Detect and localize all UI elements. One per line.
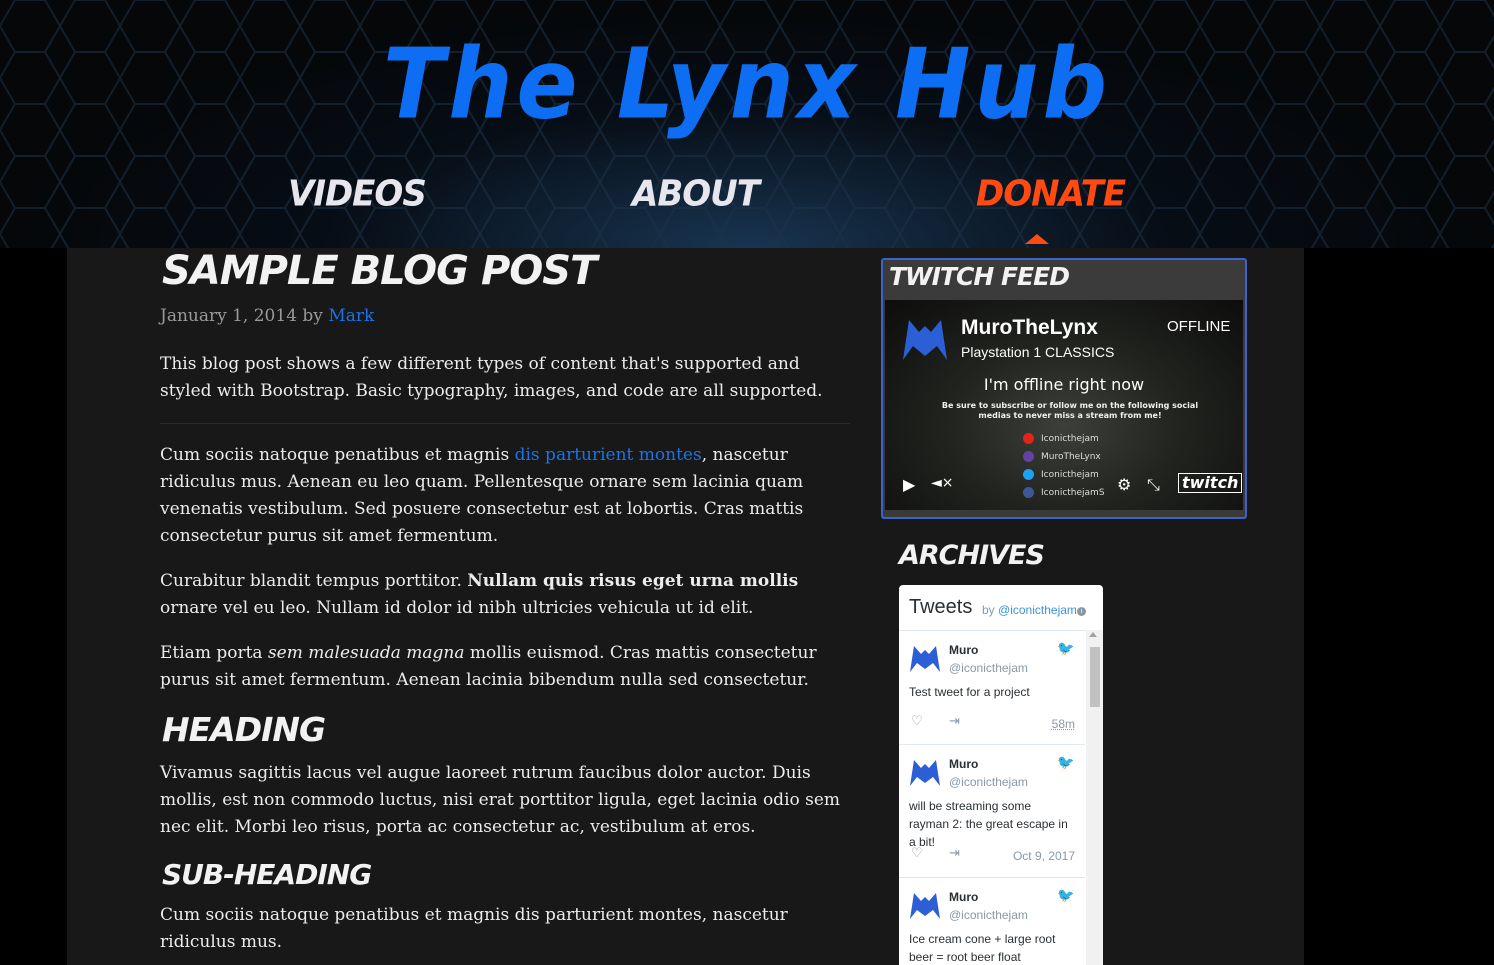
twitch-feed-title: Twitch Feed — [889, 262, 1070, 291]
avatar — [910, 760, 940, 786]
tweet-text: Test tweet for a project — [909, 685, 1030, 699]
tweet-text: Ice cream cone + large root beer = root … — [909, 932, 1056, 964]
share-icon[interactable]: ⇥ — [949, 845, 960, 861]
scrollbar-thumb[interactable] — [1090, 647, 1100, 707]
channel-status: OFFLINE — [1167, 318, 1231, 335]
timeline-title: Tweets — [909, 596, 973, 618]
post-paragraph: Cum sociis natoque penatibus et magnis d… — [160, 442, 850, 550]
site-title[interactable]: The Lynx Hub — [0, 26, 1494, 145]
social-facebook[interactable]: IconicthejamS — [1023, 487, 1105, 498]
twitter-bird-icon[interactable]: 🐦 — [1057, 640, 1074, 657]
nav-about[interactable]: About — [632, 173, 760, 215]
tweet-time[interactable]: Oct 9, 2017 — [1013, 849, 1075, 863]
tweet[interactable]: Muro @iconicthejam 🐦 Test tweet for a pr… — [899, 631, 1085, 745]
nav-donate[interactable]: Donate — [976, 173, 1126, 215]
offline-title: I'm offline right now — [983, 375, 1145, 394]
social-twitter[interactable]: Iconicthejam — [1023, 469, 1099, 480]
social-youtube[interactable]: Iconicthejam — [1023, 433, 1099, 444]
info-icon[interactable]: i — [1076, 607, 1086, 616]
post-intro: This blog post shows a few different typ… — [160, 354, 823, 401]
timeline-by: by @iconicthejam i — [982, 603, 1086, 617]
social-label: IconicthejamS — [1041, 488, 1105, 498]
inline-link[interactable]: dis parturient montes — [515, 445, 702, 465]
social-label: MuroTheLynx — [1041, 452, 1101, 462]
tweet[interactable]: Muro @iconicthejam 🐦 Ice cream cone + la… — [899, 878, 1085, 965]
tweet-author[interactable]: Muro — [949, 643, 978, 657]
facebook-icon — [1023, 487, 1034, 498]
by-text: by — [982, 603, 995, 617]
section-heading: Heading — [162, 710, 326, 749]
text: Curabitur blandit tempus porttitor. — [160, 571, 468, 591]
play-icon[interactable]: ▶ — [903, 475, 915, 494]
section-subheading: Sub-heading — [162, 858, 372, 891]
bold-text: Nullam quis risus eget urna mollis — [467, 571, 799, 591]
timeline-header: Tweets by @iconicthejam i — [899, 585, 1103, 631]
share-icon[interactable]: ⇥ — [949, 713, 960, 729]
twitter-bird-icon[interactable]: 🐦 — [1057, 887, 1074, 904]
mute-icon[interactable]: ◄× — [931, 475, 954, 491]
tweet-author[interactable]: Muro — [949, 757, 978, 771]
twitter-bird-icon[interactable]: 🐦 — [1057, 754, 1074, 771]
post-meta: January 1, 2014 by Mark — [160, 306, 374, 326]
post-author-link[interactable]: Mark — [328, 306, 374, 326]
twitch-logo[interactable]: twitch — [1178, 473, 1243, 493]
post-date: January 1, 2014 — [160, 306, 298, 326]
tweet-handle[interactable]: @iconicthejam — [949, 775, 1028, 789]
site-header: The Lynx Hub Videos About Donate — [0, 0, 1494, 248]
fullscreen-icon[interactable]: ⤡ — [1147, 475, 1160, 495]
active-nav-indicator — [1025, 234, 1049, 244]
text: Cum sociis natoque penatibus et magnis — [160, 445, 515, 465]
post-title: Sample blog post — [162, 248, 597, 294]
like-icon[interactable]: ♡ — [911, 845, 923, 861]
channel-game: Playstation 1 CLASSICS — [961, 344, 1115, 360]
twitter-timeline: Tweets by @iconicthejam i Muro @iconicthe… — [899, 585, 1103, 965]
social-label: Iconicthejam — [1041, 434, 1099, 444]
text: ornare vel eu leo. Nullam id dolor id ni… — [160, 598, 754, 618]
timeline-handle-link[interactable]: @iconicthejam — [998, 603, 1077, 617]
heading-paragraph: Vivamus sagittis lacus vel augue laoreet… — [160, 763, 841, 837]
twitch-feed-header: Twitch Feed — [883, 260, 1245, 300]
gear-icon[interactable]: ⚙ — [1117, 475, 1131, 494]
archives-heading: Archives — [899, 540, 1045, 571]
social-label: Iconicthejam — [1041, 470, 1099, 480]
subheading-paragraph: Cum sociis natoque penatibus et magnis d… — [160, 905, 788, 952]
tweet-handle[interactable]: @iconicthejam — [949, 908, 1028, 922]
youtube-icon — [1023, 433, 1034, 444]
tweet[interactable]: Muro @iconicthejam 🐦 will be streaming s… — [899, 745, 1085, 878]
tweet-time[interactable]: 58m — [1052, 717, 1075, 731]
text: Etiam porta — [160, 643, 268, 663]
twitch-feed-widget: Twitch Feed MuroTheLynx Playstation 1 CL… — [881, 258, 1247, 519]
offline-subtitle: Be sure to subscribe or follow me on the… — [941, 401, 1199, 420]
like-icon[interactable]: ♡ — [911, 713, 923, 729]
tweet-handle[interactable]: @iconicthejam — [949, 661, 1028, 675]
avatar — [910, 646, 940, 672]
post-by: by — [302, 306, 323, 326]
channel-avatar — [903, 320, 947, 360]
social-twitch[interactable]: MuroTheLynx — [1023, 451, 1101, 462]
twitch-player[interactable]: MuroTheLynx Playstation 1 CLASSICS OFFLI… — [885, 300, 1243, 510]
nav-videos[interactable]: Videos — [288, 173, 427, 215]
tweet-text: will be streaming some rayman 2: the gre… — [909, 799, 1068, 849]
scroll-up-arrow[interactable] — [1089, 632, 1097, 637]
post-paragraph: Curabitur blandit tempus porttitor. Null… — [160, 568, 850, 622]
post-paragraph: Etiam porta sem malesuada magna mollis e… — [160, 640, 850, 694]
twitch-icon — [1023, 451, 1034, 462]
italic-text: sem malesuada magna — [267, 643, 465, 663]
channel-name[interactable]: MuroTheLynx — [961, 316, 1098, 340]
avatar — [910, 893, 940, 919]
tweet-author[interactable]: Muro — [949, 890, 978, 904]
twitter-icon — [1023, 469, 1034, 480]
divider — [160, 423, 850, 424]
